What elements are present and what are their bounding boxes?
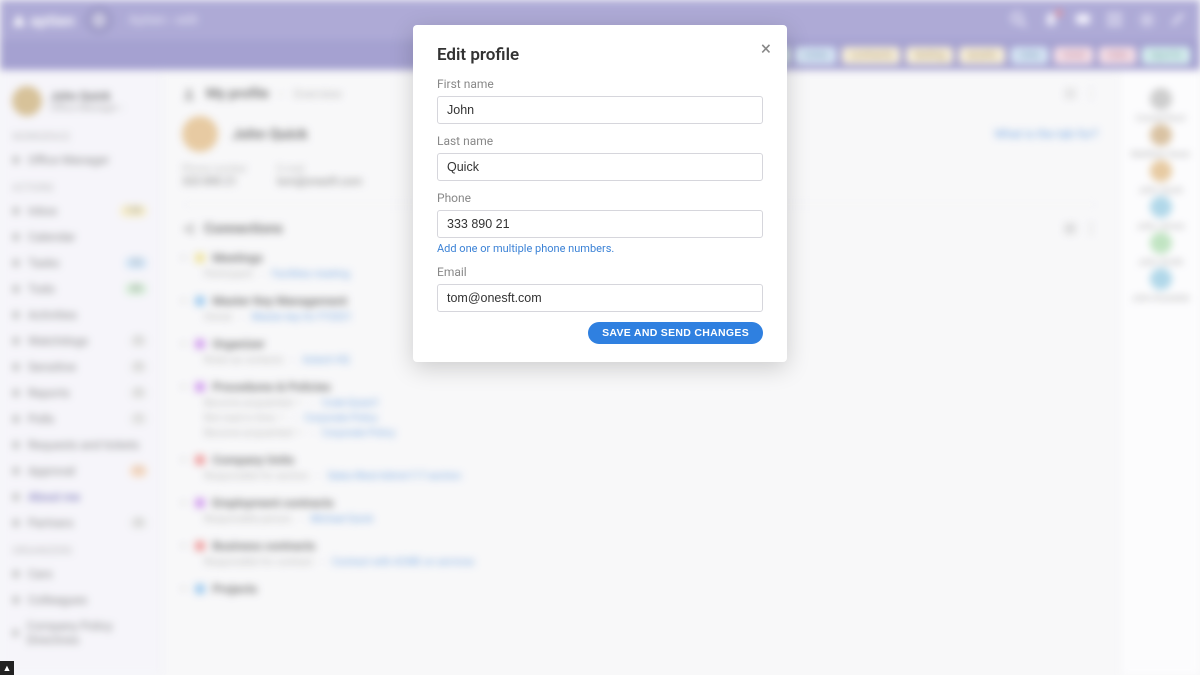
first-name-label: First name	[437, 77, 763, 91]
last-name-input[interactable]	[437, 153, 763, 181]
corner-marker: ▲	[0, 661, 14, 675]
email-label: Email	[437, 265, 763, 279]
save-button[interactable]: SAVE AND SEND CHANGES	[588, 322, 763, 344]
modal-title: Edit profile	[437, 45, 763, 65]
phone-input[interactable]	[437, 210, 763, 238]
phone-hint[interactable]: Add one or multiple phone numbers.	[437, 242, 763, 255]
phone-label: Phone	[437, 191, 763, 205]
last-name-label: Last name	[437, 134, 763, 148]
first-name-input[interactable]	[437, 96, 763, 124]
close-icon[interactable]: ×	[761, 39, 771, 58]
edit-profile-modal: × Edit profile First name Last name Phon…	[413, 25, 787, 362]
email-input[interactable]	[437, 284, 763, 312]
